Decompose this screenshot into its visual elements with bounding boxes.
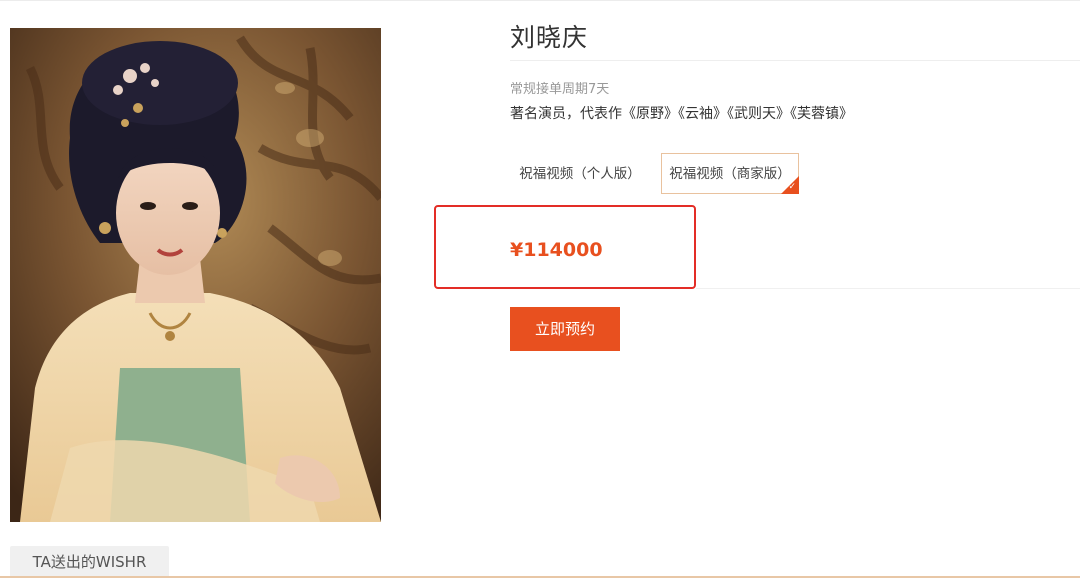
option-personal-label: 祝福视频（个人版） — [519, 166, 641, 182]
celebrity-portrait — [10, 28, 381, 522]
option-business-video[interactable]: 祝福视频（商家版） ✓ — [661, 153, 799, 194]
price-value: ¥114000 — [510, 239, 603, 261]
celebrity-description: 著名演员，代表作《原野》《云袖》《武则天》《芙蓉镇》 — [510, 106, 853, 122]
section-tab-wishr[interactable]: TA送出的WISHR — [10, 546, 169, 578]
section-divider — [0, 576, 1080, 578]
option-personal-video[interactable]: 祝福视频（个人版） — [510, 153, 650, 194]
checkmark-icon: ✓ — [788, 182, 796, 192]
book-now-button[interactable]: 立即预约 — [510, 307, 620, 351]
top-divider — [0, 0, 1080, 1]
order-cycle-text: 常规接单周期7天 — [510, 82, 610, 97]
price-divider — [696, 288, 1080, 289]
celebrity-name: 刘晓庆 — [510, 23, 589, 52]
name-divider — [510, 60, 1080, 61]
product-page: 刘晓庆 常规接单周期7天 著名演员，代表作《原野》《云袖》《武则天》《芙蓉镇》 … — [0, 0, 1080, 580]
option-business-label: 祝福视频（商家版） — [669, 166, 791, 182]
